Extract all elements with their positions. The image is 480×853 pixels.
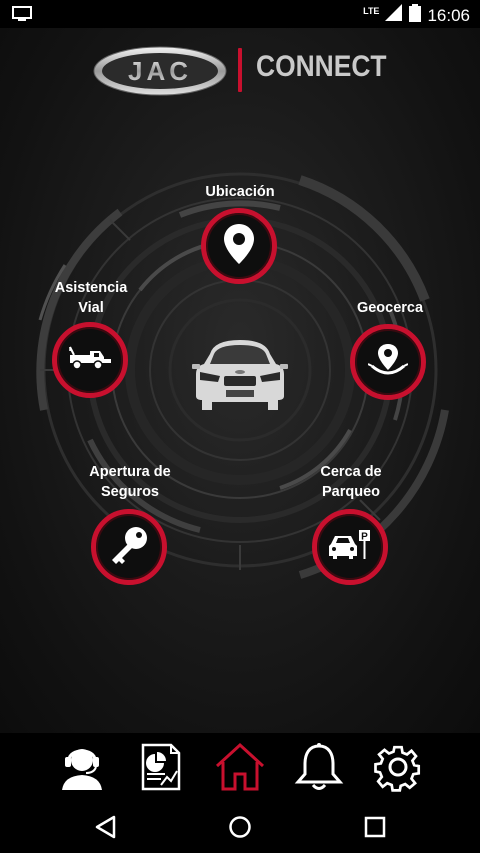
apertura-seguros-button[interactable] [91, 509, 167, 585]
battery-icon [409, 4, 422, 27]
report-chart-icon [137, 742, 185, 797]
signal-icon [385, 4, 403, 27]
app-title: CONNECT [256, 50, 387, 83]
car-front-icon [190, 334, 290, 419]
main-panel: JAC CONNECT Ubicación Asistencia Vial Ge… [0, 28, 480, 733]
header-divider [238, 48, 242, 92]
car-parking-icon: P [327, 528, 373, 567]
feature-label-geocerca: Geocerca [356, 300, 424, 316]
back-icon[interactable] [94, 815, 116, 844]
nav-settings[interactable] [372, 743, 424, 795]
ubicacion-button[interactable] [201, 208, 277, 284]
location-pin-icon [222, 223, 256, 270]
nav-support[interactable] [56, 743, 108, 795]
feature-label-apertura: Apertura de Seguros [89, 464, 171, 500]
feature-label-asistencia: Asistencia Vial [54, 280, 128, 316]
feature-label-ubicacion: Ubicación [205, 184, 275, 200]
geocerca-button[interactable] [350, 324, 426, 400]
status-bar: LTE 16:06 [0, 0, 480, 28]
key-icon [108, 524, 150, 571]
nav-notifications[interactable] [293, 742, 345, 797]
system-nav-bar [0, 803, 480, 853]
support-agent-icon [58, 742, 106, 797]
home-circle-icon[interactable] [228, 815, 252, 844]
app-header: JAC CONNECT [0, 40, 480, 100]
home-icon [214, 742, 266, 797]
recents-icon[interactable] [364, 815, 386, 844]
bell-icon [294, 742, 344, 797]
feature-label-cerca: Cerca de Parqueo [320, 464, 382, 500]
svg-text:JAC: JAC [128, 56, 192, 86]
gear-icon [373, 742, 423, 797]
cast-screen-icon [12, 6, 32, 27]
clock: 16:06 [427, 5, 470, 25]
nav-home[interactable] [214, 742, 266, 797]
bottom-nav [0, 733, 480, 803]
cerca-parqueo-button[interactable]: P [312, 509, 388, 585]
asistencia-vial-button[interactable] [52, 322, 128, 398]
nav-reports[interactable] [135, 743, 187, 795]
svg-text:P: P [361, 531, 368, 542]
network-type: LTE [363, 5, 380, 16]
geofence-pin-icon [367, 342, 409, 383]
tow-truck-icon [68, 345, 112, 376]
jac-logo: JAC [92, 45, 228, 97]
